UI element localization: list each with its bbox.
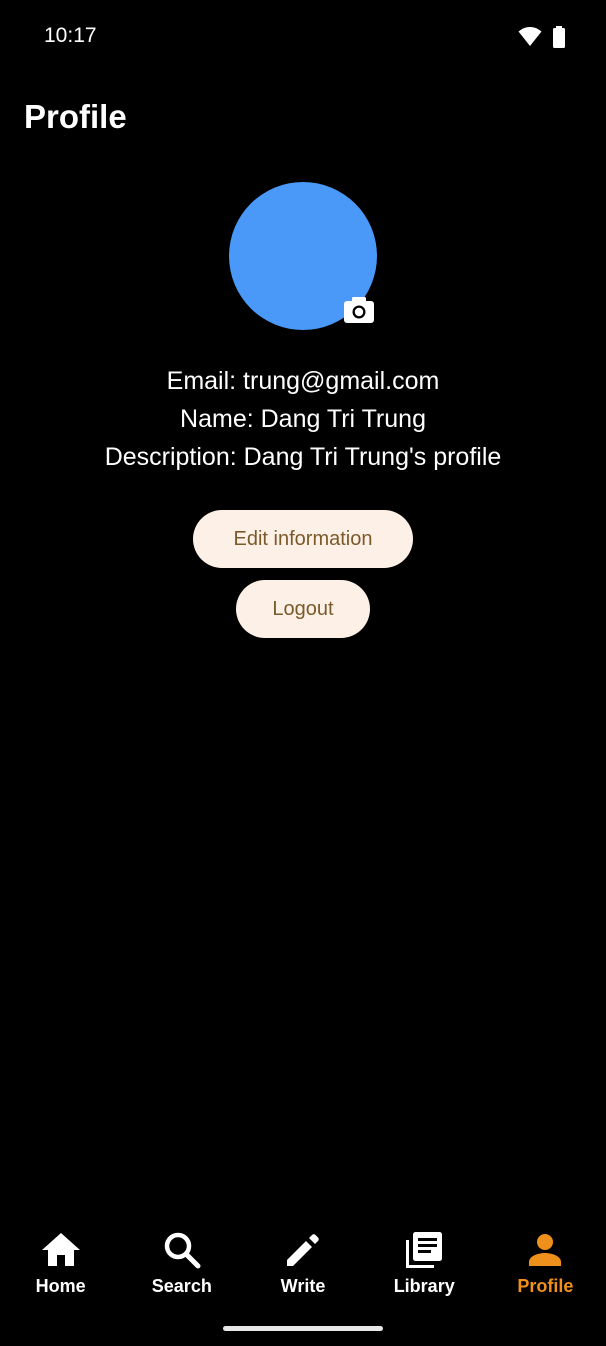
nav-item-profile[interactable]: Profile: [485, 1222, 606, 1312]
person-icon: [529, 1234, 562, 1266]
nav-label-search: Search: [151, 1276, 212, 1296]
status-time: 10:17: [44, 24, 97, 47]
logout-button[interactable]: Logout: [236, 580, 370, 638]
nav-label-write: Write: [280, 1276, 326, 1296]
profile-info: Email: trung@gmail.com Name: Dang Tri Tr…: [0, 362, 606, 476]
nav-item-write[interactable]: Write: [242, 1222, 363, 1312]
status-icons: [518, 26, 566, 48]
status-bar: 10:17: [0, 0, 606, 76]
page-title: Profile: [24, 98, 127, 135]
name-text: Name: Dang Tri Trung: [180, 405, 426, 433]
nav-item-library[interactable]: Library: [364, 1222, 485, 1312]
edit-information-button[interactable]: Edit information: [193, 510, 413, 568]
home-indicator[interactable]: [223, 1326, 383, 1331]
battery-icon: [553, 26, 565, 48]
wifi-icon: [518, 27, 542, 46]
nav-label-profile: Profile: [517, 1276, 574, 1296]
nav-label-library: Library: [393, 1276, 455, 1296]
email-text: Email: trung@gmail.com: [166, 367, 440, 395]
home-icon: [41, 1233, 80, 1266]
library-icon: [406, 1232, 443, 1268]
nav-label-home: Home: [35, 1276, 86, 1296]
search-icon: [164, 1232, 201, 1269]
camera-icon[interactable]: [343, 296, 375, 324]
avatar-container[interactable]: [229, 182, 377, 330]
pencil-icon: [287, 1234, 319, 1266]
bottom-nav: Home Search Write Library Profile: [0, 1222, 606, 1312]
description-text: Description: Dang Tri Trung's profile: [104, 443, 502, 471]
nav-item-home[interactable]: Home: [0, 1222, 121, 1312]
nav-item-search[interactable]: Search: [121, 1222, 242, 1312]
